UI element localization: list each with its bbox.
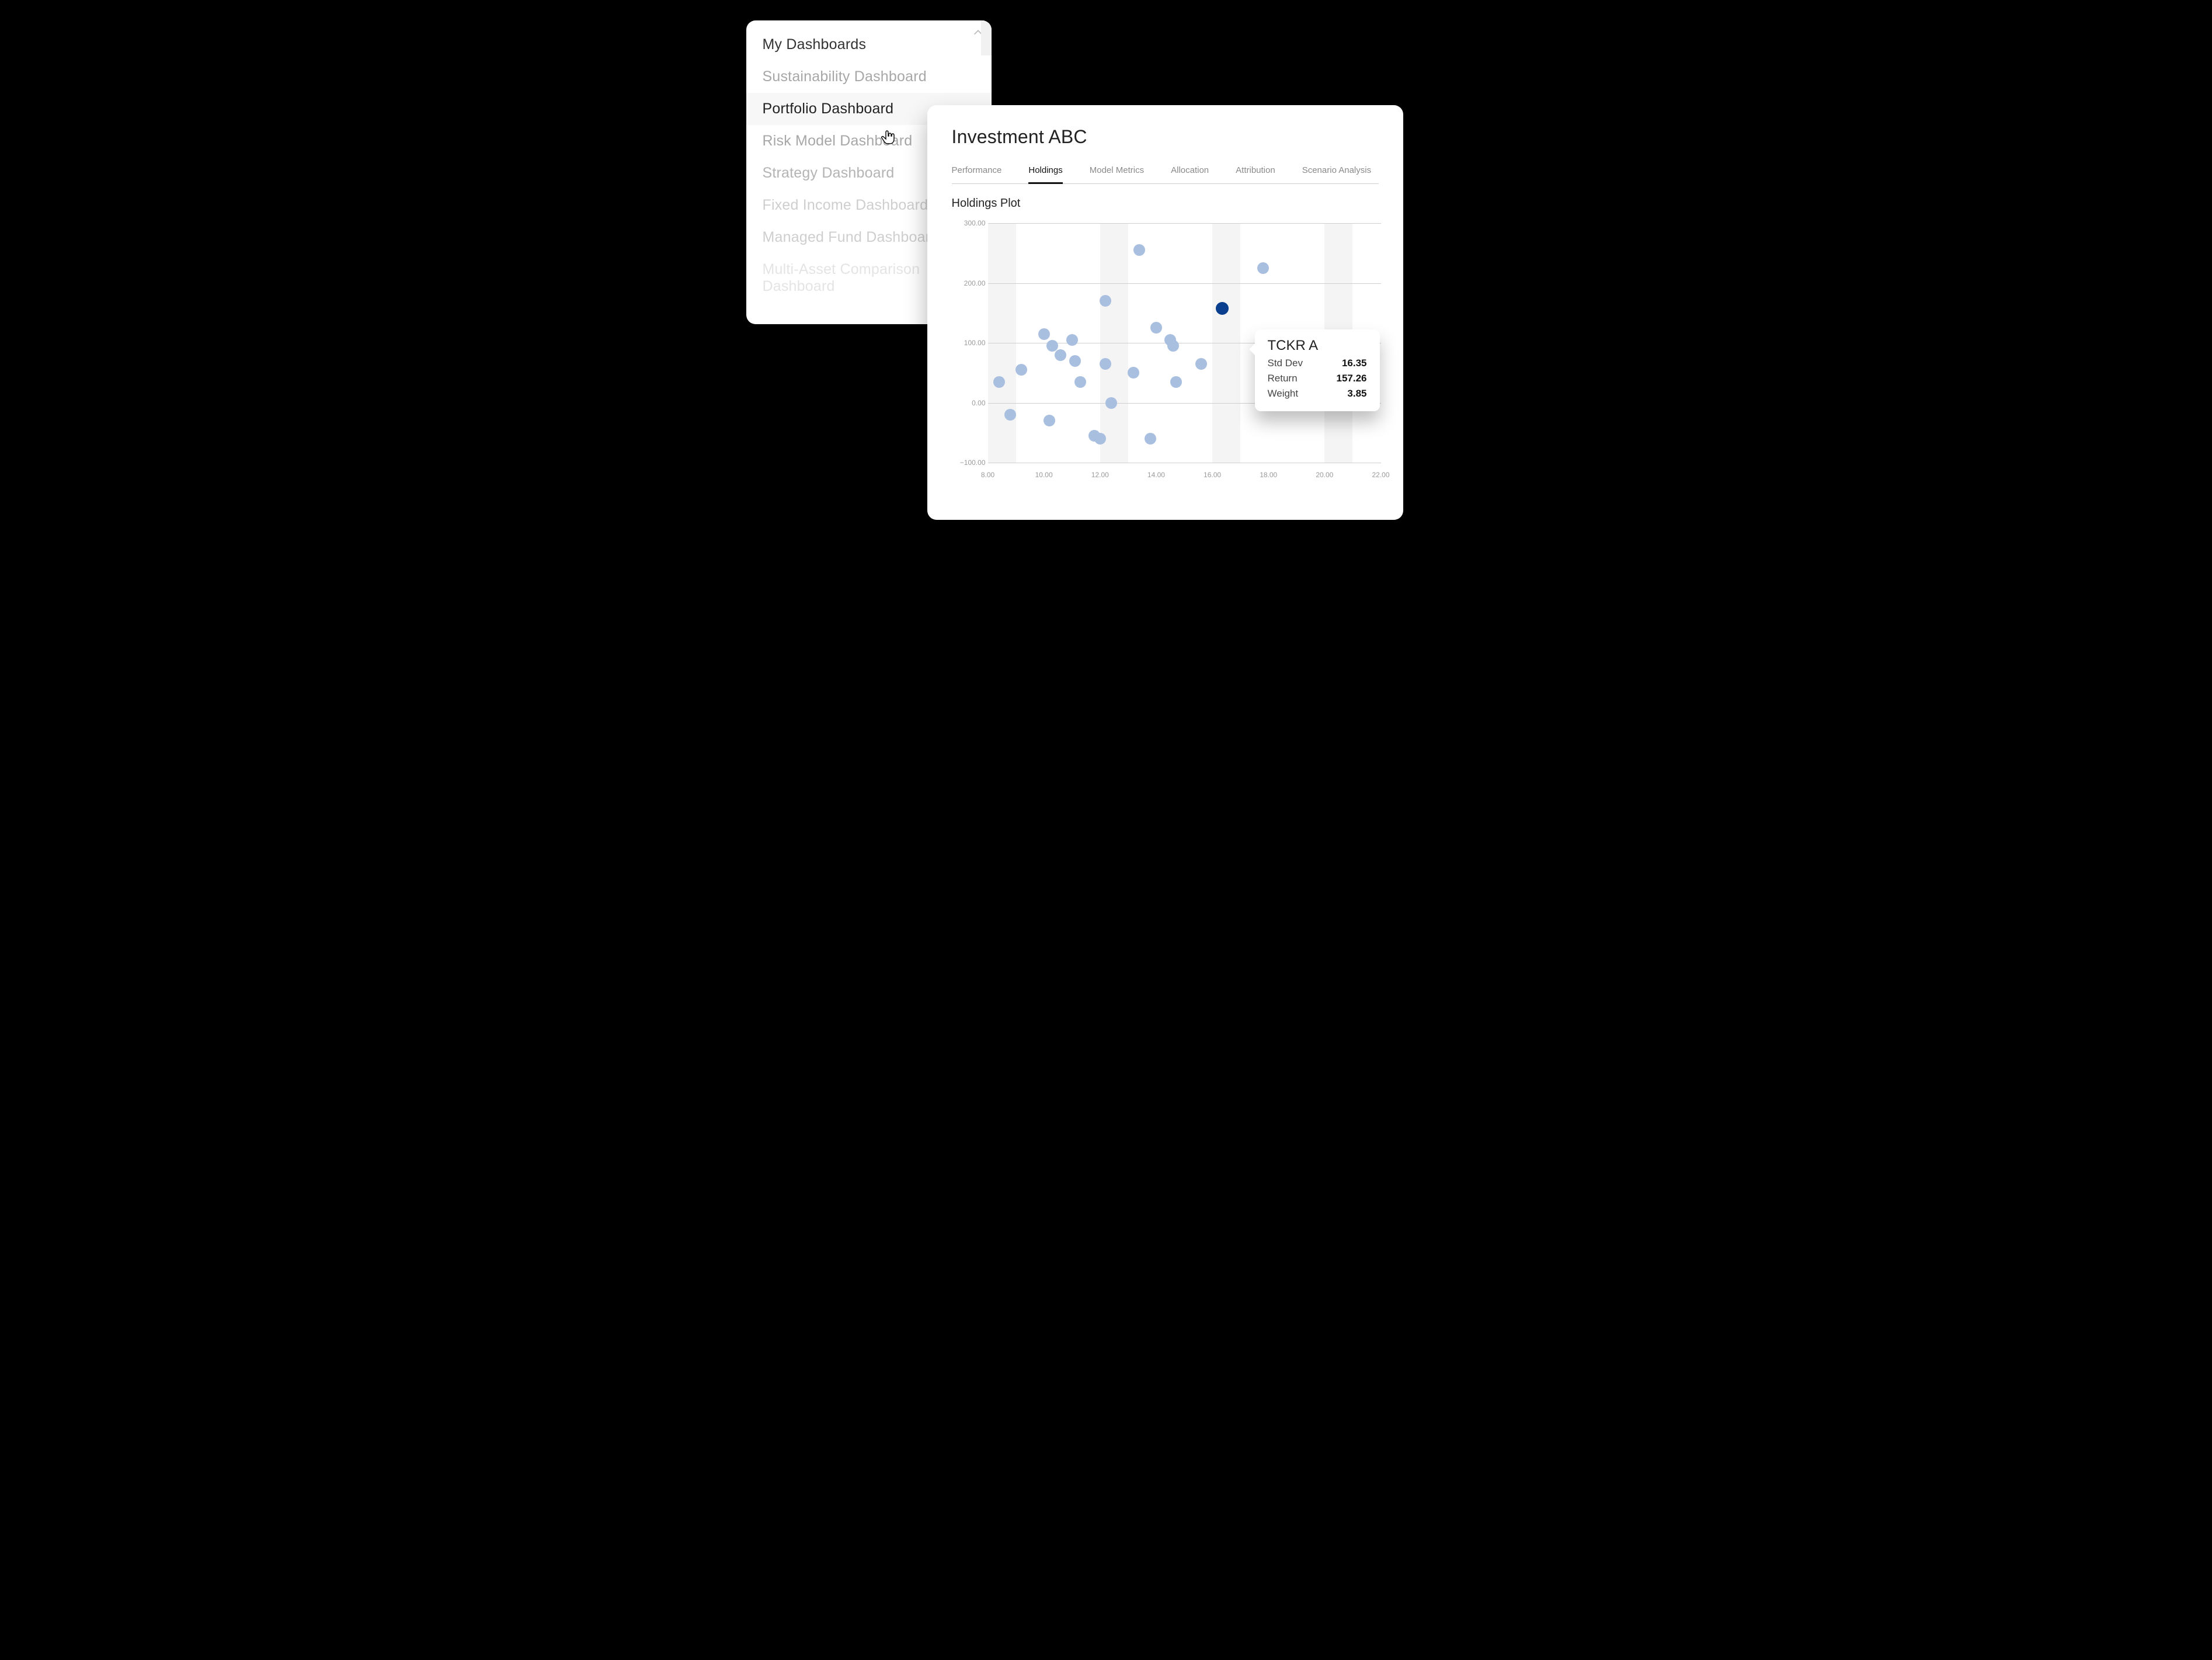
y-tick: 200.00 xyxy=(952,279,986,287)
data-point[interactable] xyxy=(993,376,1005,388)
data-point[interactable] xyxy=(1015,364,1027,376)
data-point[interactable] xyxy=(1150,322,1162,334)
x-tick: 16.00 xyxy=(1204,471,1221,479)
x-tick: 22.00 xyxy=(1372,471,1389,479)
data-point[interactable] xyxy=(1069,355,1081,367)
data-point[interactable] xyxy=(1094,433,1106,444)
tooltip-row-std-dev: Std Dev16.35 xyxy=(1268,357,1367,369)
tab-performance[interactable]: Performance xyxy=(952,162,1002,183)
x-tick: 8.00 xyxy=(981,471,994,479)
tab-scenario-analysis[interactable]: Scenario Analysis xyxy=(1302,162,1371,183)
sidebar-item-sustainability-dashboard[interactable]: Sustainability Dashboard xyxy=(746,61,992,93)
x-tick: 12.00 xyxy=(1091,471,1109,479)
data-point[interactable] xyxy=(1055,349,1066,361)
y-tick: 0.00 xyxy=(952,399,986,407)
y-tick: 100.00 xyxy=(952,339,986,347)
dropdown-scrollbar[interactable] xyxy=(981,20,992,55)
chart-title: Holdings Plot xyxy=(952,197,1379,210)
data-point[interactable] xyxy=(1100,295,1111,307)
panel-title: Investment ABC xyxy=(952,126,1379,148)
data-point[interactable] xyxy=(1145,433,1156,444)
x-tick: 20.00 xyxy=(1316,471,1333,479)
data-point[interactable] xyxy=(1257,262,1269,274)
data-point[interactable] xyxy=(1066,334,1078,346)
data-point[interactable] xyxy=(1038,328,1050,340)
data-point-selected[interactable] xyxy=(1216,302,1229,315)
data-point[interactable] xyxy=(1044,415,1055,426)
tooltip-row-return: Return157.26 xyxy=(1268,373,1367,384)
data-point[interactable] xyxy=(1133,244,1145,256)
tab-holdings[interactable]: Holdings xyxy=(1028,162,1062,184)
x-tick: 18.00 xyxy=(1260,471,1277,479)
tab-attribution[interactable]: Attribution xyxy=(1236,162,1275,183)
data-point[interactable] xyxy=(1105,397,1117,409)
data-point[interactable] xyxy=(1004,409,1016,421)
datapoint-tooltip: TCKR A Std Dev16.35 Return157.26 Weight3.8… xyxy=(1255,329,1380,411)
tab-model-metrics[interactable]: Model Metrics xyxy=(1090,162,1144,183)
y-tick: 300.00 xyxy=(952,219,986,227)
data-point[interactable] xyxy=(1195,358,1207,370)
tooltip-ticker: TCKR A xyxy=(1268,338,1367,354)
tab-allocation[interactable]: Allocation xyxy=(1171,162,1209,183)
tooltip-row-weight: Weight3.85 xyxy=(1268,388,1367,400)
data-point[interactable] xyxy=(1170,376,1182,388)
data-point[interactable] xyxy=(1167,340,1179,352)
data-point[interactable] xyxy=(1074,376,1086,388)
sidebar-item-my-dashboards[interactable]: My Dashboards xyxy=(746,29,992,61)
y-tick: −100.00 xyxy=(952,459,986,467)
x-tick: 10.00 xyxy=(1035,471,1053,479)
investment-panel: Investment ABC Performance Holdings Model … xyxy=(927,105,1403,520)
x-tick: 14.00 xyxy=(1147,471,1165,479)
data-point[interactable] xyxy=(1128,367,1139,378)
data-point[interactable] xyxy=(1100,358,1111,370)
tab-bar: Performance Holdings Model Metrics Allocati… xyxy=(952,162,1379,184)
